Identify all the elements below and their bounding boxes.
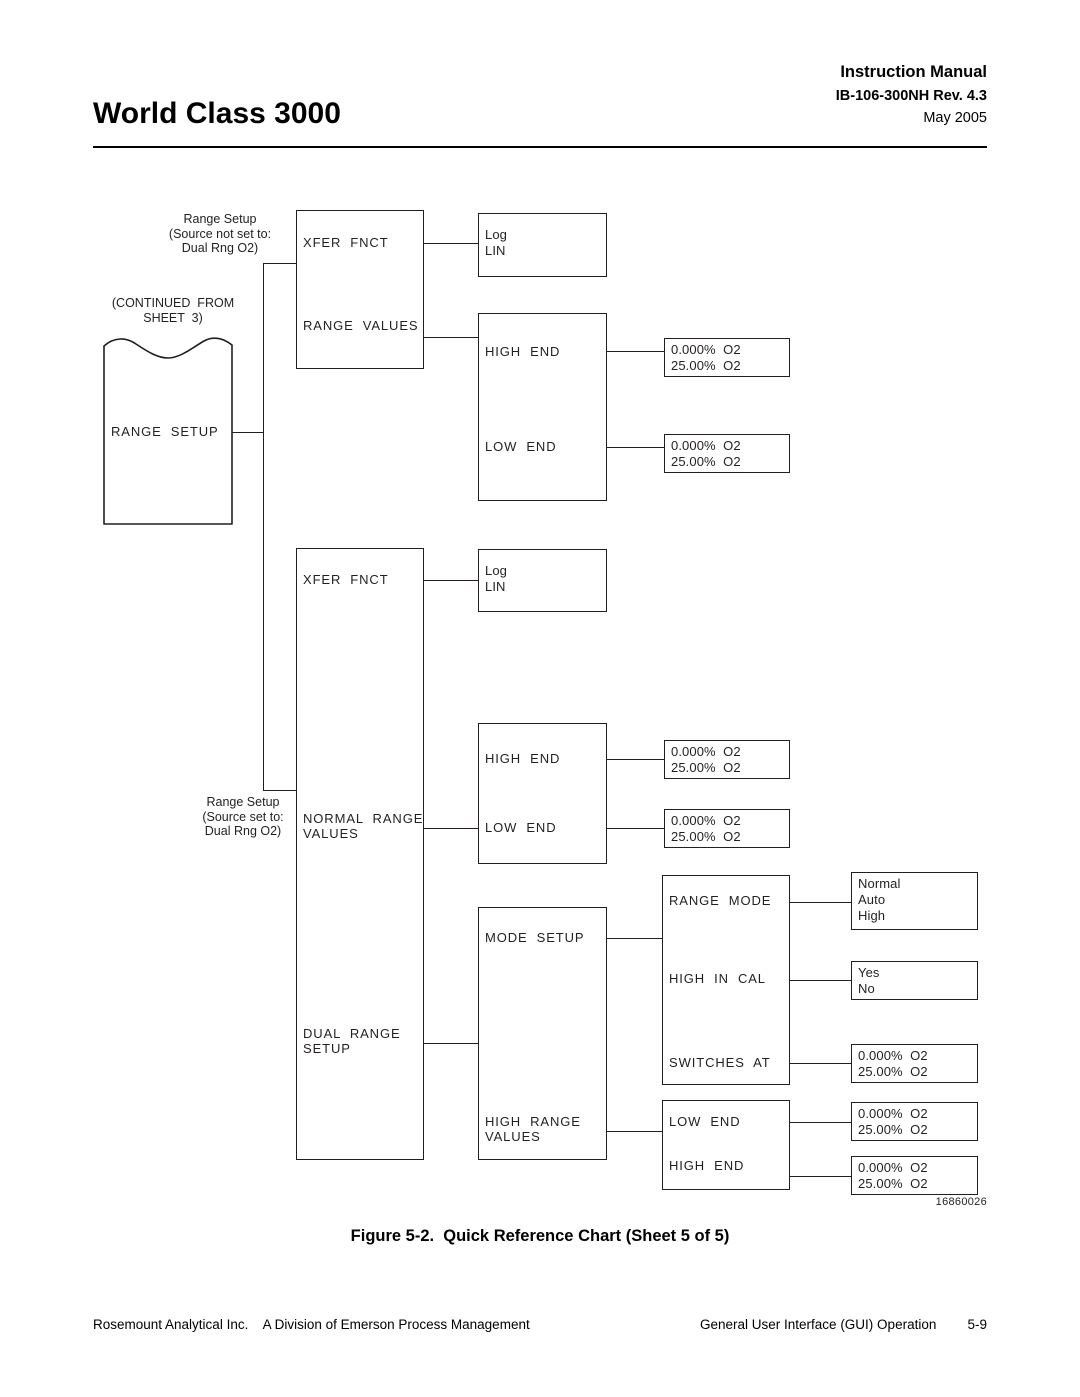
single-range-menu-box — [296, 210, 424, 369]
menu-item-dual-range-setup[interactable]: DUAL RANGE SETUP — [303, 1026, 401, 1056]
connector-trunk-up — [263, 263, 264, 432]
figure-caption: Figure 5-2. Quick Reference Chart (Sheet… — [350, 1227, 730, 1245]
menu-item-high-end-normal[interactable]: HIGH END — [485, 751, 560, 766]
menu-item-high-end-high-range[interactable]: HIGH END — [669, 1158, 744, 1173]
header-date: May 2005 — [923, 110, 987, 126]
xfer-fnct-options-single: Log LIN — [485, 227, 507, 258]
footer-page-number: 5-9 — [967, 1317, 987, 1332]
menu-item-high-end-single[interactable]: HIGH END — [485, 344, 560, 359]
footer-section: General User Interface (GUI) Operation — [700, 1317, 937, 1332]
menu-item-xfer-fnct-dual[interactable]: XFER FNCT — [303, 572, 389, 587]
menu-item-low-end-normal[interactable]: LOW END — [485, 820, 556, 835]
connector-low-end-high-range-to-value — [790, 1122, 852, 1123]
high-end-value-single: 0.000% O2 25.00% O2 — [671, 342, 741, 373]
high-end-value-high-range: 0.000% O2 25.00% O2 — [858, 1160, 928, 1191]
connector-xfer-dual-to-options — [424, 580, 479, 581]
connector-range-mode-to-options — [790, 902, 852, 903]
switches-at-value: 0.000% O2 25.00% O2 — [858, 1048, 928, 1079]
xfer-fnct-options-dual: Log LIN — [485, 563, 507, 594]
menu-item-switches-at[interactable]: SWITCHES AT — [669, 1055, 771, 1070]
range-mode-options: Normal Auto High — [858, 876, 901, 923]
connector-high-end-single-to-value — [607, 351, 665, 352]
connector-range-values-to-ends — [424, 337, 479, 338]
menu-item-low-end-single[interactable]: LOW END — [485, 439, 556, 454]
menu-item-range-mode[interactable]: RANGE MODE — [669, 893, 771, 908]
note-source-dual: Range Setup (Source set to: Dual Rng O2) — [202, 795, 284, 838]
header-manual-label: Instruction Manual — [840, 63, 987, 81]
header-doc-number: IB-106-300NH Rev. 4.3 — [835, 88, 987, 104]
low-end-value-single: 0.000% O2 25.00% O2 — [671, 438, 741, 469]
menu-item-mode-setup[interactable]: MODE SETUP — [485, 930, 584, 945]
connector-high-end-normal-to-value — [607, 759, 665, 760]
menu-item-high-in-cal[interactable]: HIGH IN CAL — [669, 971, 766, 986]
manual-page: Instruction Manual IB-106-300NH Rev. 4.3… — [0, 0, 1080, 1397]
connector-dual-setup-to-submenu — [424, 1043, 479, 1044]
low-end-value-normal: 0.000% O2 25.00% O2 — [671, 813, 741, 844]
high-in-cal-options: Yes No — [858, 965, 880, 996]
connector-high-range-to-ends — [607, 1131, 663, 1132]
menu-item-normal-range-values[interactable]: NORMAL RANGE VALUES — [303, 811, 423, 841]
range-setup-root-label: RANGE SETUP — [111, 424, 219, 439]
footer-company: Rosemount Analytical Inc. A Division of … — [93, 1317, 530, 1332]
normal-range-ends-box — [478, 723, 607, 864]
menu-item-range-values[interactable]: RANGE VALUES — [303, 318, 419, 333]
connector-root-to-trunk — [232, 432, 264, 433]
connector-low-end-normal-to-value — [607, 828, 665, 829]
connector-normal-range-to-ends — [424, 828, 479, 829]
connector-switches-at-to-value — [790, 1063, 852, 1064]
low-end-value-high-range: 0.000% O2 25.00% O2 — [858, 1106, 928, 1137]
connector-low-end-single-to-value — [607, 447, 665, 448]
high-end-value-normal: 0.000% O2 25.00% O2 — [671, 744, 741, 775]
connector-xfer-single-to-options — [424, 243, 479, 244]
connector-mode-setup-to-options — [607, 938, 663, 939]
connector-high-in-cal-to-options — [790, 980, 852, 981]
page-title: World Class 3000 — [93, 97, 341, 130]
header-divider — [93, 146, 987, 148]
drawing-number: 16860026 — [935, 1196, 987, 1208]
menu-item-low-end-high-range[interactable]: LOW END — [669, 1114, 740, 1129]
menu-item-xfer-fnct-single[interactable]: XFER FNCT — [303, 235, 389, 250]
connector-high-end-high-range-to-value — [790, 1176, 852, 1177]
note-source-not-dual: Range Setup (Source not set to: Dual Rng… — [168, 212, 272, 255]
connector-trunk-to-single-branch — [263, 263, 297, 264]
connector-trunk-down — [263, 432, 264, 791]
menu-item-high-range-values[interactable]: HIGH RANGE VALUES — [485, 1114, 581, 1144]
dual-range-menu-box — [296, 548, 424, 1160]
connector-trunk-to-dual-branch — [263, 790, 297, 791]
note-continued-from-sheet: (CONTINUED FROM SHEET 3) — [111, 296, 235, 325]
range-values-ends-box — [478, 313, 607, 501]
